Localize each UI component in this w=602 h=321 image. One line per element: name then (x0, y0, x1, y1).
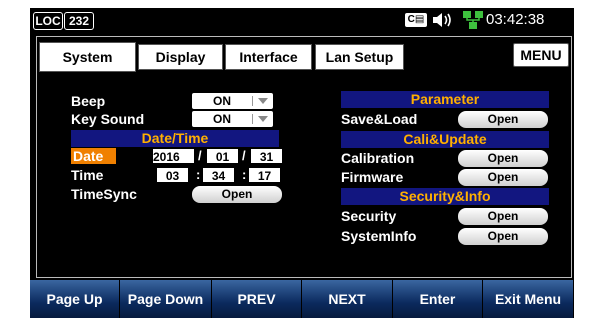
firmware-label: Firmware (341, 169, 404, 185)
firmware-open-button[interactable]: Open (458, 169, 548, 186)
security-open-button[interactable]: Open (458, 208, 548, 225)
card-icon: C▤ (405, 13, 427, 27)
page-up-softkey[interactable]: Page Up (30, 280, 120, 318)
enter-softkey[interactable]: Enter (393, 280, 483, 318)
key-sound-select[interactable]: ON (192, 111, 273, 127)
save-load-open-button[interactable]: Open (458, 111, 548, 128)
instrument-screen: LOC 232 C▤ 03:42:38 System Display Inter… (30, 8, 574, 318)
status-bar: LOC 232 C▤ 03:42:38 (30, 8, 574, 34)
year-field[interactable]: 2016 (152, 148, 195, 164)
chevron-down-icon (258, 116, 268, 122)
softkey-bar: Page Up Page Down PREV NEXT Enter Exit M… (30, 280, 574, 318)
loc-indicator: LOC (33, 12, 63, 30)
security-label: Security (341, 208, 397, 224)
systeminfo-label: SystemInfo (341, 228, 417, 244)
tab-lan-setup[interactable]: Lan Setup (315, 44, 404, 70)
second-field[interactable]: 17 (248, 167, 281, 183)
cali-update-header: Cali&Update (341, 131, 549, 148)
beep-label: Beep (71, 93, 106, 109)
beep-value: ON (213, 94, 231, 108)
speaker-icon (433, 13, 451, 27)
key-sound-label: Key Sound (71, 111, 145, 127)
time-label: Time (71, 167, 104, 183)
hour-field[interactable]: 03 (156, 167, 189, 183)
date-label: Date (73, 148, 104, 164)
calibration-label: Calibration (341, 150, 415, 166)
month-field[interactable]: 01 (206, 148, 239, 164)
datetime-header: Date/Time (71, 130, 279, 147)
timesync-open-button[interactable]: Open (192, 186, 282, 203)
minute-field[interactable]: 34 (202, 167, 235, 183)
channel-number-indicator: 232 (64, 12, 94, 30)
timesync-label: TimeSync (71, 186, 137, 202)
menu-button[interactable]: MENU (513, 43, 569, 67)
key-sound-value: ON (213, 112, 231, 126)
tab-interface[interactable]: Interface (225, 44, 312, 70)
prev-softkey[interactable]: PREV (212, 280, 302, 318)
tab-display[interactable]: Display (138, 44, 223, 70)
network-icon (463, 11, 483, 29)
chevron-down-icon (258, 98, 268, 104)
clock: 03:42:38 (486, 11, 545, 28)
day-field[interactable]: 31 (250, 148, 283, 164)
beep-select[interactable]: ON (192, 93, 273, 109)
systeminfo-open-button[interactable]: Open (458, 228, 548, 245)
page-down-softkey[interactable]: Page Down (120, 280, 212, 318)
security-info-header: Security&Info (341, 188, 549, 205)
next-softkey[interactable]: NEXT (302, 280, 393, 318)
tab-system[interactable]: System (39, 42, 136, 72)
system-panel: System Display Interface Lan Setup MENU … (36, 36, 572, 278)
exit-menu-softkey[interactable]: Exit Menu (483, 280, 574, 318)
parameter-header: Parameter (341, 91, 549, 108)
save-load-label: Save&Load (341, 111, 418, 127)
calibration-open-button[interactable]: Open (458, 150, 548, 167)
